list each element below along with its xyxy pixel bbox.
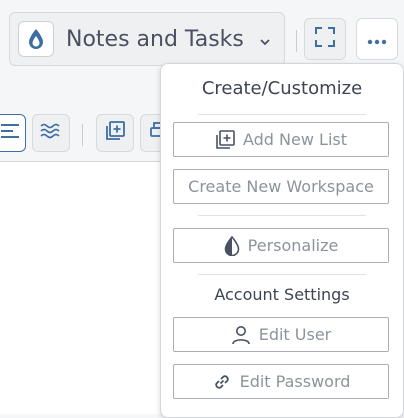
add-list-icon	[105, 121, 125, 145]
personalize-label: Personalize	[247, 236, 339, 255]
more-horizontal-icon	[367, 30, 387, 49]
add-list-icon	[215, 129, 235, 150]
toolbar-divider	[82, 124, 83, 146]
edit-user-button[interactable]: Edit User	[173, 317, 389, 352]
header-divider	[296, 30, 297, 52]
options-dropdown-menu: Create/Customize Add New List Create New…	[160, 63, 404, 418]
edit-user-label: Edit User	[258, 325, 332, 344]
menu-separator	[198, 215, 366, 216]
menu-separator	[198, 114, 366, 115]
create-new-workspace-button[interactable]: Create New Workspace	[173, 169, 389, 204]
align-left-icon	[1, 123, 21, 143]
waves-button[interactable]	[32, 114, 70, 152]
add-list-toolbar-button[interactable]	[96, 114, 134, 152]
waves-icon	[40, 123, 62, 143]
link-icon	[212, 372, 232, 392]
chevron-down-icon	[259, 32, 271, 51]
edit-password-label: Edit Password	[239, 372, 351, 391]
personalize-button[interactable]: Personalize	[173, 228, 389, 263]
create-customize-heading: Create/Customize	[201, 78, 363, 99]
fullscreen-icon	[314, 26, 336, 52]
user-icon	[231, 325, 251, 345]
edit-password-button[interactable]: Edit Password	[173, 364, 389, 399]
workspace-switcher-button[interactable]: Notes and Tasks	[9, 12, 285, 66]
fullscreen-button[interactable]	[304, 18, 346, 60]
contrast-drop-icon	[224, 235, 240, 256]
menu-separator	[198, 274, 366, 275]
create-new-workspace-label: Create New Workspace	[188, 177, 374, 196]
more-options-button[interactable]	[356, 18, 398, 60]
add-new-list-button[interactable]: Add New List	[173, 122, 389, 157]
drop-icon	[18, 21, 54, 57]
add-new-list-label: Add New List	[242, 130, 347, 149]
account-settings-heading: Account Settings	[214, 285, 350, 304]
align-left-button[interactable]	[0, 114, 26, 152]
workspace-title: Notes and Tasks	[66, 27, 244, 52]
